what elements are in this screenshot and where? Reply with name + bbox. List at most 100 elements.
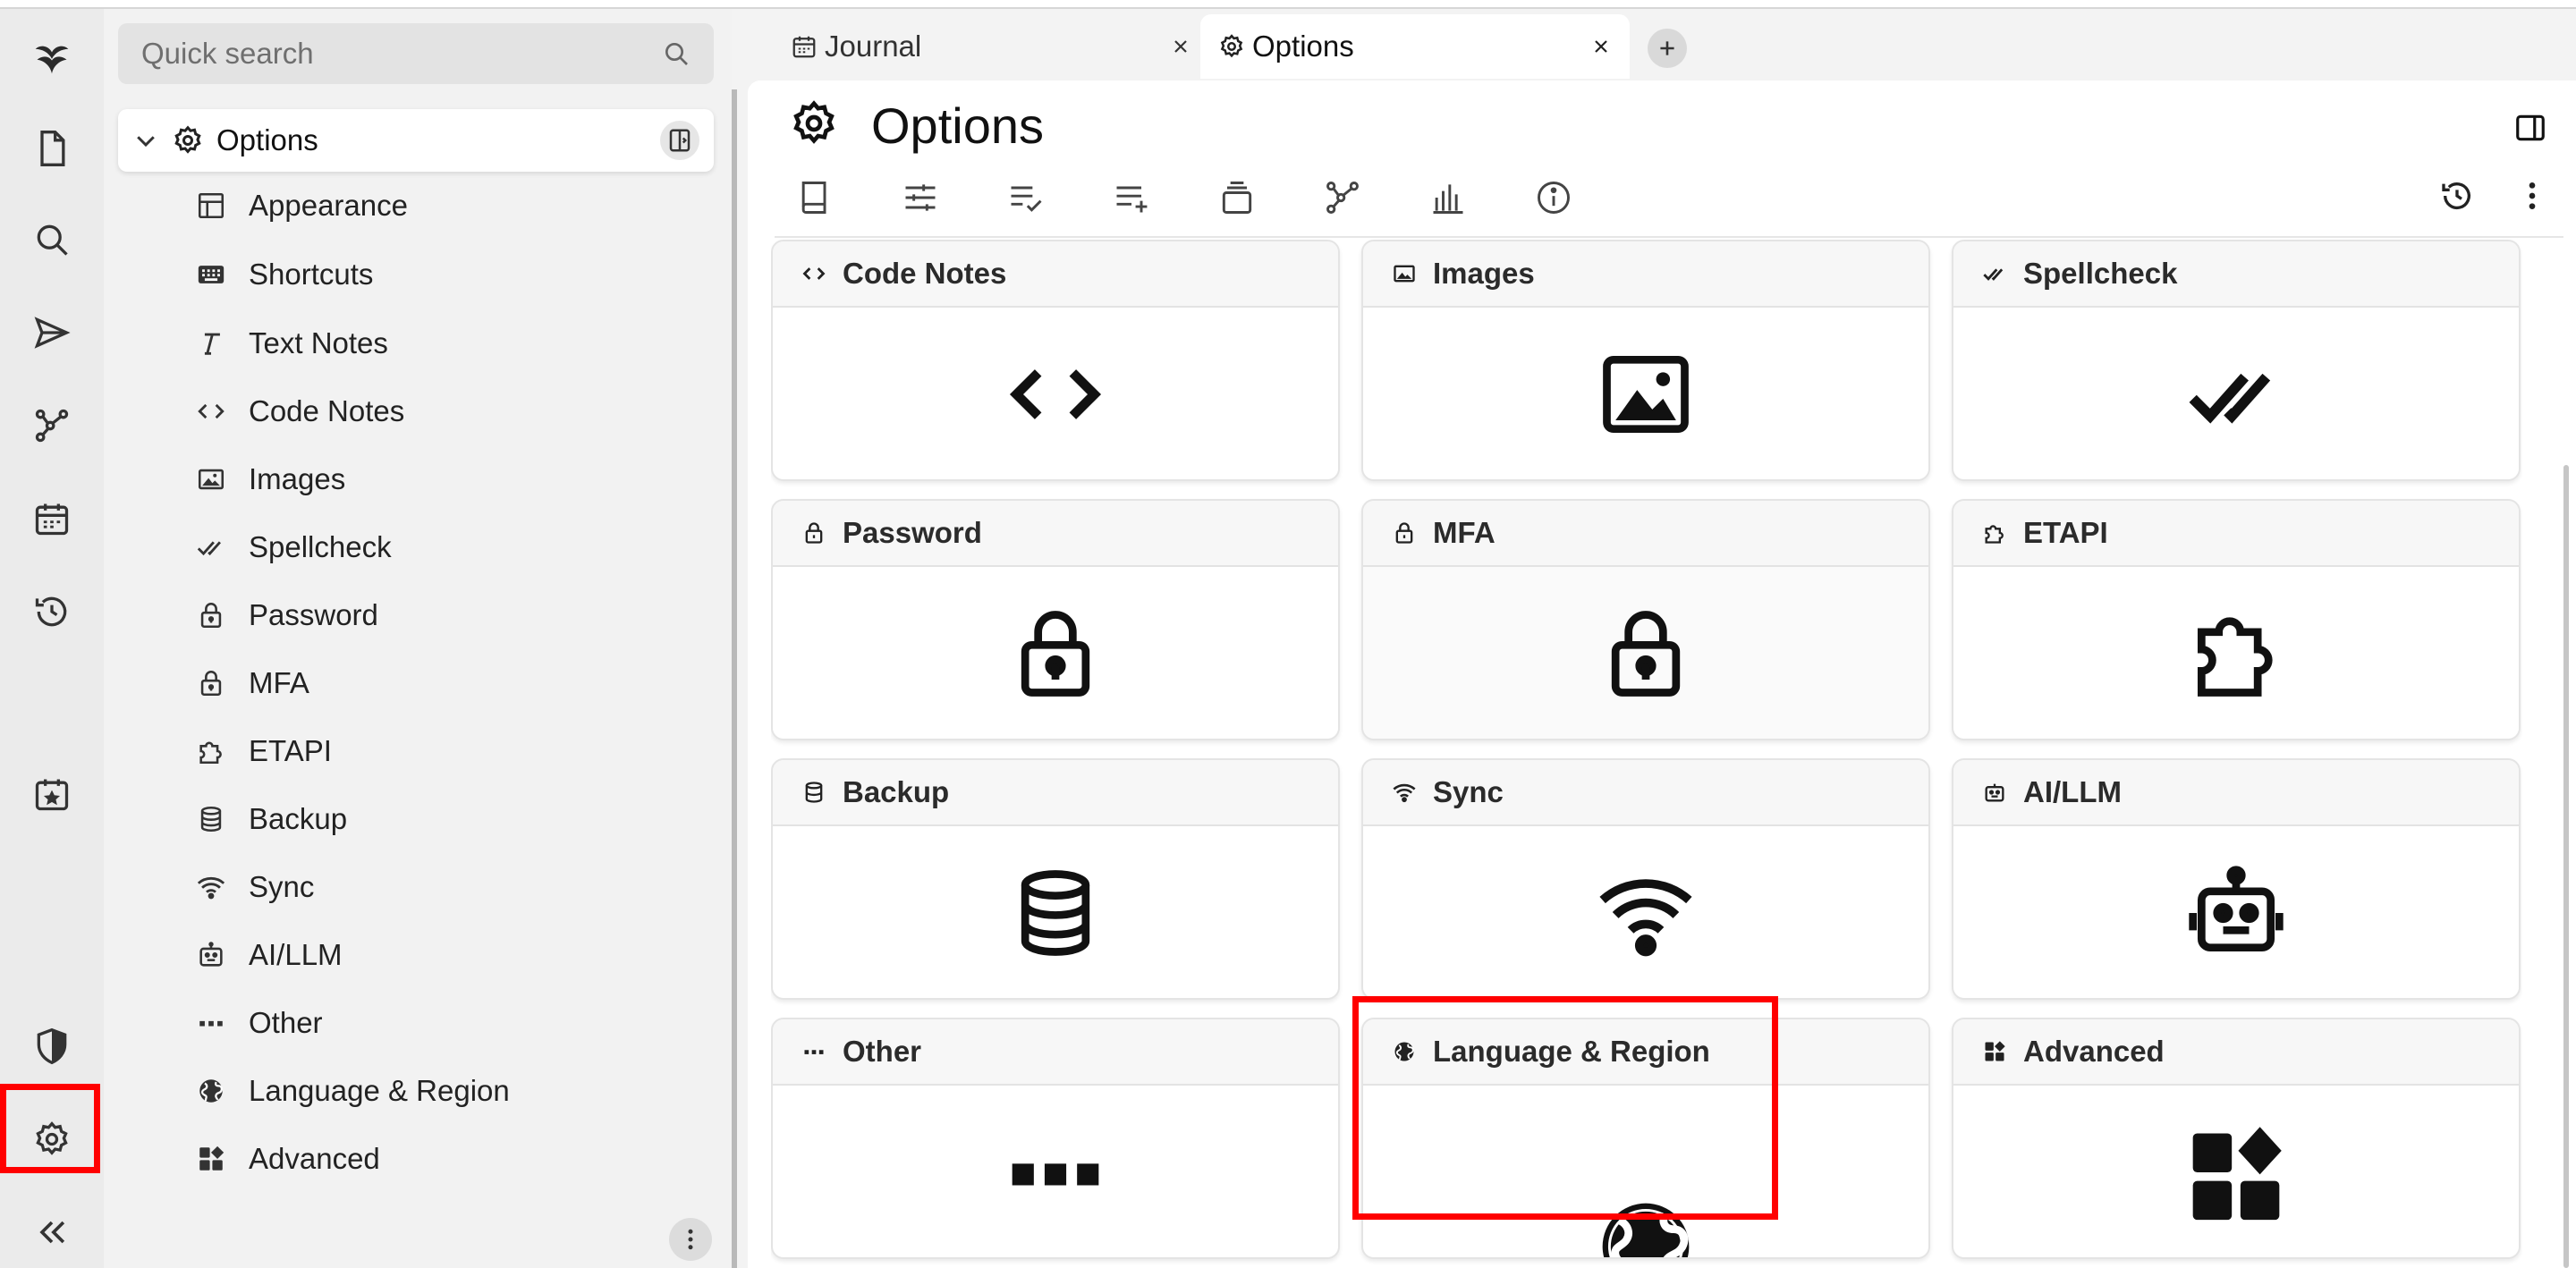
robot-icon <box>1982 780 2007 805</box>
tree-menu-button[interactable] <box>669 1218 712 1261</box>
tree-item-shortcuts[interactable]: Shortcuts <box>193 249 373 300</box>
launcher-bar <box>0 9 104 1268</box>
widgets-icon <box>1982 1039 2007 1064</box>
content-scrollbar[interactable] <box>2563 465 2569 1268</box>
tree-item-label: Code Notes <box>249 394 405 427</box>
sliders-icon[interactable] <box>894 172 946 224</box>
toggle-right-pane-icon[interactable] <box>2513 111 2551 148</box>
tree-item-advanced[interactable]: Advanced <box>193 1134 380 1184</box>
database-icon <box>1004 861 1107 965</box>
tree-item-label: Shortcuts <box>249 258 374 291</box>
window-top-border <box>0 0 2576 9</box>
tree-item-spellcheck[interactable]: Spellcheck <box>193 522 392 572</box>
database-icon <box>193 801 229 837</box>
card-backup[interactable]: Backup <box>771 758 1340 1000</box>
tree-root-options[interactable]: Options <box>118 109 714 172</box>
card-title: Language & Region <box>1433 1035 1710 1068</box>
image-icon <box>1392 261 1417 286</box>
card-advanced[interactable]: Advanced <box>1952 1018 2521 1259</box>
tab-options[interactable]: Options <box>1200 14 1630 79</box>
note-map-icon[interactable] <box>1317 172 1368 224</box>
double-check-icon <box>2184 342 2288 446</box>
tree-root-label: Options <box>216 123 318 156</box>
page-title[interactable]: Options <box>871 97 1044 155</box>
tree-item-ai-llm[interactable]: AI/LLM <box>193 930 343 980</box>
tree-item-label: AI/LLM <box>249 938 343 971</box>
list-add-icon[interactable] <box>1106 172 1157 224</box>
tree-item-label: Language & Region <box>249 1074 510 1107</box>
new-note-icon[interactable] <box>23 120 80 177</box>
history-icon[interactable] <box>23 583 80 640</box>
tree-item-appearance[interactable]: Appearance <box>193 181 408 231</box>
tree-item-label: Password <box>249 598 378 631</box>
lock-icon <box>1594 602 1698 706</box>
panel-splitter[interactable] <box>732 89 737 1268</box>
tree-item-password[interactable]: Password <box>193 590 378 640</box>
tree-item-mfa[interactable]: MFA <box>193 658 309 708</box>
search-icon[interactable] <box>23 211 80 268</box>
tree-item-label: ETAPI <box>249 734 332 767</box>
bar-chart-icon[interactable] <box>1422 172 1474 224</box>
tree-item-text-notes[interactable]: Text Notes <box>193 318 388 368</box>
card-code-notes[interactable]: Code Notes <box>771 240 1340 481</box>
note-detail: Options Code Notes Images Spellcheck Pas… <box>748 80 2576 1268</box>
close-icon[interactable] <box>1170 36 1191 57</box>
info-icon[interactable] <box>1528 172 1580 224</box>
note-map-icon[interactable] <box>23 397 80 454</box>
card-title: Backup <box>843 775 950 808</box>
send-icon[interactable] <box>23 304 80 361</box>
widgets-icon <box>2184 1120 2288 1224</box>
chevron-down-icon[interactable] <box>132 127 159 154</box>
note-revisions-icon[interactable] <box>2431 170 2483 222</box>
note-actions-menu-icon[interactable] <box>2506 170 2558 222</box>
card-title: Sync <box>1433 775 1504 808</box>
code-icon <box>193 393 229 429</box>
collection-icon[interactable] <box>1211 172 1263 224</box>
settings-gear-icon[interactable] <box>23 1111 80 1168</box>
tree-item-sync[interactable]: Sync <box>193 862 314 912</box>
globe-icon <box>1594 1195 1698 1257</box>
gear-icon <box>1218 33 1245 60</box>
card-ai-llm[interactable]: AI/LLM <box>1952 758 2521 1000</box>
quick-search-box[interactable]: Quick search <box>118 23 714 84</box>
tree-item-code-notes[interactable]: Code Notes <box>193 386 404 436</box>
tree-item-backup[interactable]: Backup <box>193 794 347 844</box>
calendar-icon[interactable] <box>23 490 80 547</box>
card-language-region[interactable]: Language & Region <box>1361 1018 1930 1259</box>
protected-session-icon[interactable] <box>23 1018 80 1075</box>
card-title: Advanced <box>2023 1035 2165 1068</box>
database-icon <box>801 780 826 805</box>
quick-search-input[interactable]: Quick search <box>141 37 662 71</box>
book-icon[interactable] <box>789 172 841 224</box>
card-other[interactable]: Other <box>771 1018 1340 1259</box>
tab-journal[interactable]: Journal <box>773 14 1209 79</box>
card-mfa[interactable]: MFA <box>1361 499 1930 740</box>
close-icon[interactable] <box>1590 36 1612 57</box>
card-title: Password <box>843 516 982 549</box>
lock-icon <box>801 520 826 545</box>
image-icon <box>193 461 229 497</box>
app-logo-icon[interactable] <box>23 29 80 86</box>
today-note-icon[interactable] <box>23 765 80 823</box>
tree-item-other[interactable]: Other <box>193 998 323 1048</box>
tree-item-etapi[interactable]: ETAPI <box>193 726 332 776</box>
collapse-sidebar-icon[interactable] <box>23 1204 80 1261</box>
list-check-icon[interactable] <box>1000 172 1052 224</box>
options-card-grid: Code Notes Images Spellcheck Password MF… <box>771 240 2522 1268</box>
card-spellcheck[interactable]: Spellcheck <box>1952 240 2521 481</box>
card-etapi[interactable]: ETAPI <box>1952 499 2521 740</box>
card-sync[interactable]: Sync <box>1361 758 1930 1000</box>
tree-item-language-region[interactable]: Language & Region <box>193 1066 510 1116</box>
new-tab-button[interactable] <box>1648 29 1687 68</box>
lock-icon <box>1392 520 1417 545</box>
lock-icon <box>193 597 229 633</box>
card-password[interactable]: Password <box>771 499 1340 740</box>
gear-icon <box>789 98 839 148</box>
card-images[interactable]: Images <box>1361 240 1930 481</box>
search-icon[interactable] <box>662 39 691 68</box>
tree-item-label: Backup <box>249 802 348 835</box>
puzzle-icon <box>1982 520 2007 545</box>
card-title: MFA <box>1433 516 1496 549</box>
unhoist-icon[interactable] <box>660 121 699 160</box>
tree-item-images[interactable]: Images <box>193 454 345 504</box>
